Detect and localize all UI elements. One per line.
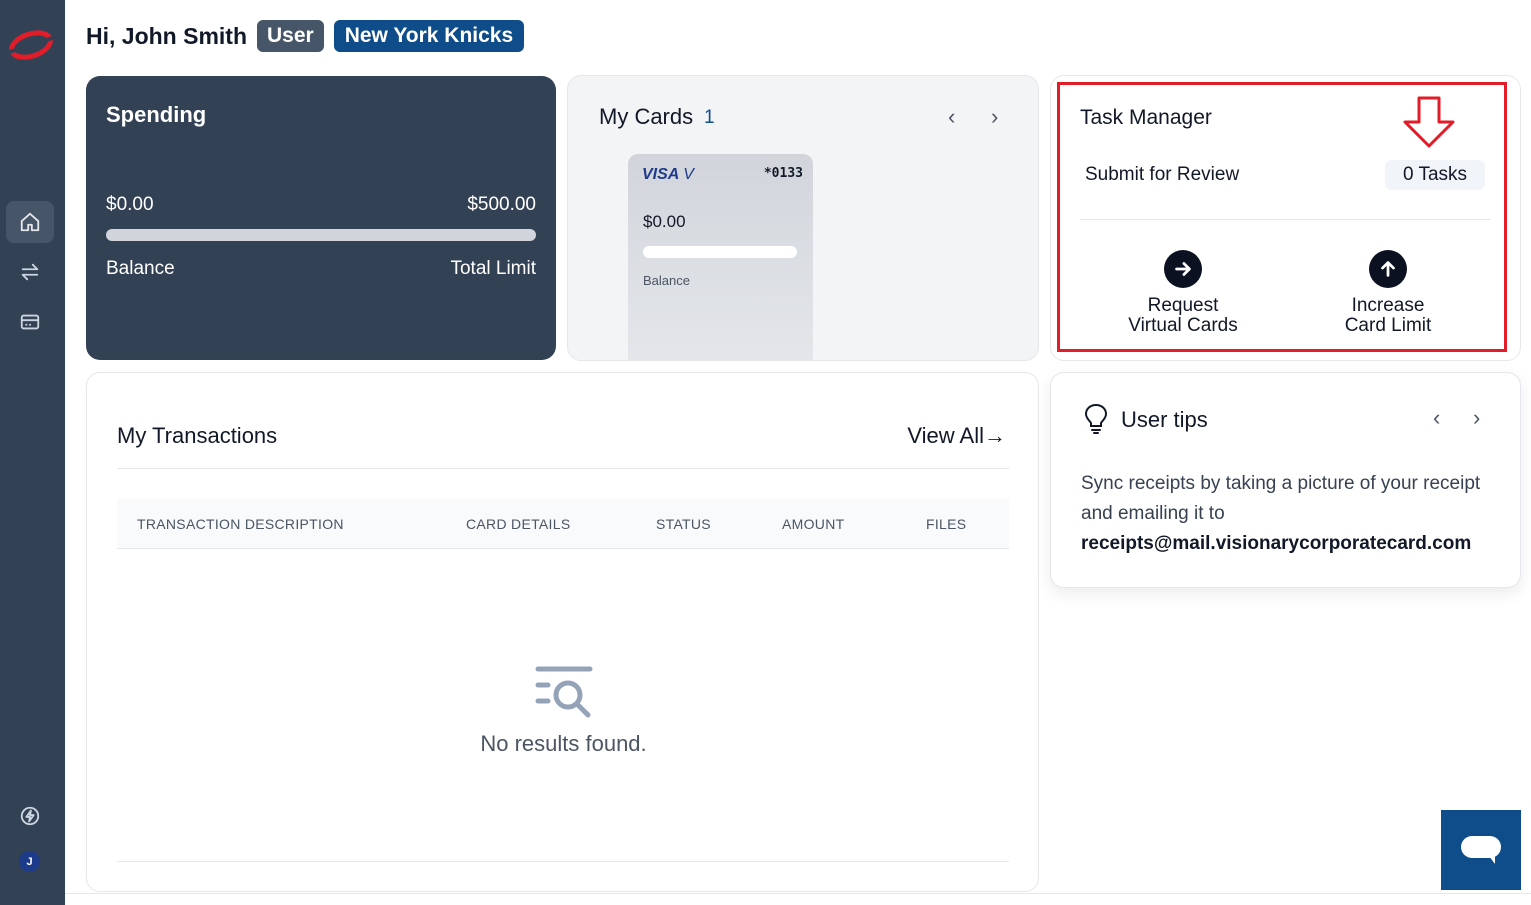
transactions-table-header: TRANSACTION DESCRIPTION CARD DETAILS STA… bbox=[117, 499, 1009, 549]
team-badge: New York Knicks bbox=[333, 20, 525, 52]
column-header-status[interactable]: STATUS bbox=[656, 516, 711, 532]
user-tips-text: Sync receipts by taking a picture of you… bbox=[1081, 469, 1501, 559]
column-header-card-details[interactable]: CARD DETAILS bbox=[466, 516, 570, 532]
sidebar-item-cards[interactable] bbox=[6, 301, 54, 343]
card-balance-label: Balance bbox=[643, 273, 690, 288]
user-tips-title: User tips bbox=[1121, 407, 1208, 432]
card-brand-logo: VISA V bbox=[642, 166, 694, 183]
empty-state-text: No results found. bbox=[480, 731, 647, 756]
divider bbox=[117, 861, 1009, 862]
page-header: Hi, John Smith User New York Knicks bbox=[86, 20, 525, 52]
sidebar-item-bolt[interactable] bbox=[6, 795, 54, 837]
spending-progress-bar bbox=[106, 229, 536, 241]
user-tips-card: User tips ‹ › Sync receipts by taking a … bbox=[1050, 372, 1521, 588]
chevron-right-icon[interactable]: › bbox=[991, 104, 998, 130]
sidebar-item-home[interactable] bbox=[6, 201, 54, 243]
chevron-left-icon[interactable]: ‹ bbox=[948, 104, 955, 130]
bolt-icon bbox=[20, 806, 40, 826]
sidebar-item-transactions[interactable] bbox=[6, 251, 54, 293]
my-cards-count: 1 bbox=[704, 107, 715, 128]
spending-balance-label: Balance bbox=[106, 258, 175, 279]
chevron-right-icon[interactable]: › bbox=[1473, 405, 1480, 431]
transactions-title: My Transactions bbox=[117, 423, 278, 448]
spending-balance-amount: $0.00 bbox=[106, 194, 154, 215]
chevron-left-icon[interactable]: ‹ bbox=[1433, 405, 1440, 431]
divider bbox=[117, 468, 1009, 469]
role-badge: User bbox=[257, 20, 324, 52]
column-header-description[interactable]: TRANSACTION DESCRIPTION bbox=[137, 516, 344, 532]
greeting-text: Hi, John Smith bbox=[86, 22, 247, 49]
transactions-panel: My Transactions View All→ TRANSACTION DE… bbox=[86, 372, 1039, 892]
card-last4: *0133 bbox=[763, 166, 803, 181]
column-header-files[interactable]: FILES bbox=[926, 516, 966, 532]
receipts-email: receipts@mail.visionarycorporatecard.com bbox=[1081, 533, 1472, 554]
card-balance-bar bbox=[643, 246, 797, 258]
highlight-box bbox=[1057, 82, 1507, 352]
card-balance: $0.00 bbox=[643, 212, 686, 231]
spending-limit-amount: $500.00 bbox=[467, 194, 536, 215]
chat-button[interactable] bbox=[1441, 810, 1521, 890]
brand-logo-icon[interactable] bbox=[8, 28, 54, 62]
my-cards-panel: My Cards 1 ‹ › VISA V *0133 $0.00 Balanc… bbox=[567, 75, 1039, 361]
column-header-amount[interactable]: AMOUNT bbox=[782, 516, 844, 532]
home-icon bbox=[20, 212, 40, 232]
spending-limit-label: Total Limit bbox=[450, 258, 536, 279]
my-cards-title: My Cards bbox=[599, 104, 694, 129]
search-list-icon bbox=[535, 666, 593, 718]
chat-bubble-icon bbox=[1461, 836, 1501, 864]
arrow-right-icon: → bbox=[984, 423, 1006, 448]
lightbulb-icon bbox=[1084, 403, 1108, 434]
virtual-card[interactable]: VISA V *0133 $0.00 Balance bbox=[628, 154, 813, 360]
view-all-link[interactable]: View All→ bbox=[907, 423, 1006, 449]
spending-card: Spending $0.00 $500.00 Balance Total Lim… bbox=[86, 76, 556, 360]
spending-title: Spending bbox=[106, 102, 207, 127]
avatar[interactable]: J bbox=[19, 851, 40, 872]
sidebar: J bbox=[0, 0, 65, 905]
transfer-icon bbox=[21, 263, 39, 281]
card-icon bbox=[20, 314, 40, 330]
divider bbox=[65, 893, 1531, 894]
